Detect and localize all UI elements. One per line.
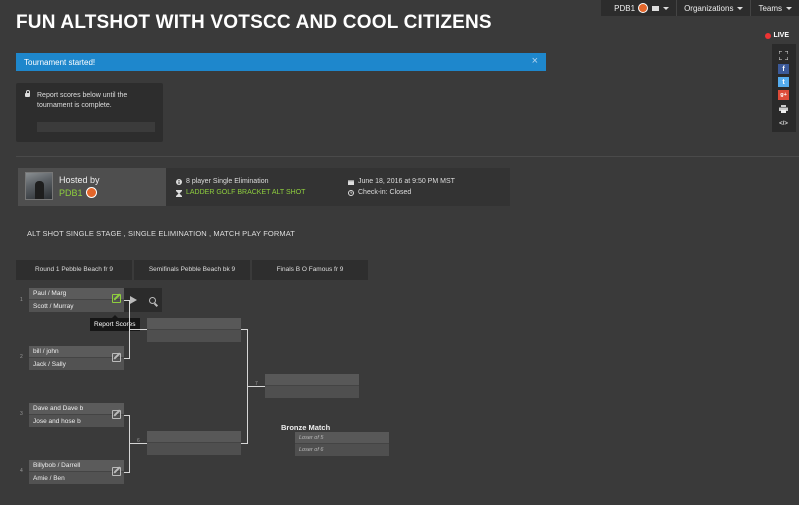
round-header-2: Semifinals Pebble Beach bk 9 bbox=[134, 260, 250, 280]
google-plus-icon[interactable]: g+ bbox=[778, 90, 789, 100]
match-player-bottom: Jack / Sally bbox=[29, 358, 124, 370]
share-sidebar: f t g+ </> bbox=[772, 44, 796, 132]
organizations-label: Organizations bbox=[684, 3, 734, 13]
bracket-line bbox=[129, 415, 130, 473]
date-info: June 18, 2016 at 9:50 PM MST bbox=[348, 178, 455, 185]
round-header-1: Round 1 Pebble Beach fr 9 bbox=[16, 260, 132, 280]
match-player-bottom: Amie / Ben bbox=[29, 472, 124, 484]
teams-label: Teams bbox=[758, 3, 782, 13]
embed-icon[interactable]: </> bbox=[778, 119, 789, 129]
teams-menu[interactable]: Teams bbox=[751, 0, 799, 16]
checkin-text: Check-in: Closed bbox=[358, 189, 412, 196]
report-info-text: Report scores below until the tournament… bbox=[37, 92, 128, 109]
semifinal-match-1[interactable] bbox=[147, 318, 241, 342]
match-player-top: Billybob / Darrell bbox=[29, 460, 124, 472]
lock-icon bbox=[25, 90, 30, 97]
match-player-top: Loser of 5 bbox=[295, 432, 389, 444]
match-number: 1 bbox=[20, 297, 23, 303]
live-label: LIVE bbox=[773, 32, 789, 39]
format-text: 8 player Single Elimination bbox=[186, 178, 269, 185]
report-info-box: Report scores below until the tournament… bbox=[16, 83, 163, 142]
chevron-down-icon bbox=[786, 6, 792, 10]
match-number: 2 bbox=[20, 354, 23, 360]
match-number: 4 bbox=[20, 468, 23, 474]
facebook-icon[interactable]: f bbox=[778, 64, 789, 74]
twitter-icon[interactable]: t bbox=[778, 77, 789, 87]
date-text: June 18, 2016 at 9:50 PM MST bbox=[358, 178, 455, 185]
match-player-top bbox=[265, 374, 359, 386]
match-number: 3 bbox=[20, 411, 23, 417]
match-1[interactable]: Paul / Marg Scott / Murray bbox=[29, 288, 124, 312]
print-icon[interactable] bbox=[778, 104, 789, 114]
search-icon[interactable] bbox=[149, 296, 156, 304]
match-player-top bbox=[147, 318, 241, 330]
edit-score-icon[interactable] bbox=[112, 294, 121, 303]
final-match[interactable] bbox=[265, 374, 359, 398]
bracket-line bbox=[129, 329, 147, 330]
mail-icon[interactable] bbox=[652, 5, 660, 11]
calendar-icon bbox=[348, 179, 354, 185]
match-player-bottom bbox=[147, 443, 241, 455]
live-indicator: LIVE bbox=[765, 32, 789, 39]
close-icon[interactable]: × bbox=[532, 55, 538, 67]
round-header-3: Finals B O Famous fr 9 bbox=[252, 260, 368, 280]
format-info: 8 player Single Elimination bbox=[176, 178, 269, 185]
checkin-info: Check-in: Closed bbox=[348, 189, 411, 196]
clock-icon bbox=[348, 189, 354, 196]
medal-icon bbox=[638, 3, 649, 13]
top-nav: PDB1 Organizations Teams bbox=[601, 0, 799, 16]
match-player-top bbox=[147, 431, 241, 443]
medal-icon bbox=[85, 187, 97, 198]
match-number: 6 bbox=[137, 438, 140, 444]
match-player-bottom bbox=[147, 330, 241, 342]
edit-score-icon[interactable] bbox=[112, 353, 121, 362]
match-number: 7 bbox=[255, 381, 258, 387]
edit-score-icon[interactable] bbox=[112, 467, 121, 476]
match-2[interactable]: bill / john Jack / Sally bbox=[29, 346, 124, 370]
game-name: LADDER GOLF BRACKET ALT SHOT bbox=[186, 189, 306, 196]
alert-banner: Tournament started! × bbox=[16, 53, 546, 71]
chevron-down-icon bbox=[737, 6, 744, 10]
info-icon bbox=[176, 178, 182, 185]
bronze-match-title: Bronze Match bbox=[281, 423, 331, 432]
organizations-menu[interactable]: Organizations bbox=[677, 0, 750, 16]
match-4[interactable]: Billybob / Darrell Amie / Ben bbox=[29, 460, 124, 484]
live-dot-icon bbox=[765, 32, 772, 39]
game-link[interactable]: LADDER GOLF BRACKET ALT SHOT bbox=[176, 189, 306, 197]
user-menu[interactable]: PDB1 bbox=[607, 0, 676, 16]
tournament-description: ALT SHOT SINGLE STAGE , SINGLE ELIMINATI… bbox=[27, 229, 295, 238]
hosted-by-label: Hosted by bbox=[59, 175, 100, 185]
match-player-top: bill / john bbox=[29, 346, 124, 358]
edit-score-icon[interactable] bbox=[112, 410, 121, 419]
semifinal-match-2[interactable] bbox=[147, 431, 241, 455]
host-name: PDB1 bbox=[59, 187, 83, 198]
match-player-bottom: Scott / Murray bbox=[29, 300, 124, 312]
play-icon[interactable] bbox=[130, 296, 137, 304]
chevron-down-icon bbox=[663, 6, 670, 10]
bronze-match[interactable]: Loser of 5 Loser of 6 bbox=[295, 432, 389, 456]
user-name: PDB1 bbox=[614, 3, 636, 13]
avatar[interactable] bbox=[25, 172, 53, 200]
match-player-bottom: Loser of 6 bbox=[295, 444, 389, 456]
match-3[interactable]: Dave and Dave b Jose and hose b bbox=[29, 403, 124, 427]
hourglass-icon bbox=[176, 189, 182, 197]
page-title: FUN ALTSHOT WITH VOTSCC AND COOL CITIZEN… bbox=[16, 12, 492, 33]
host-link[interactable]: PDB1 bbox=[59, 187, 97, 198]
match-player-bottom: Jose and hose b bbox=[29, 415, 124, 427]
match-player-top: Paul / Marg bbox=[29, 288, 124, 300]
expand-icon[interactable] bbox=[778, 50, 789, 60]
match-player-bottom bbox=[265, 386, 359, 398]
alert-text: Tournament started! bbox=[24, 57, 96, 67]
match-player-top: Dave and Dave b bbox=[29, 403, 124, 415]
report-info-bar bbox=[37, 122, 155, 132]
